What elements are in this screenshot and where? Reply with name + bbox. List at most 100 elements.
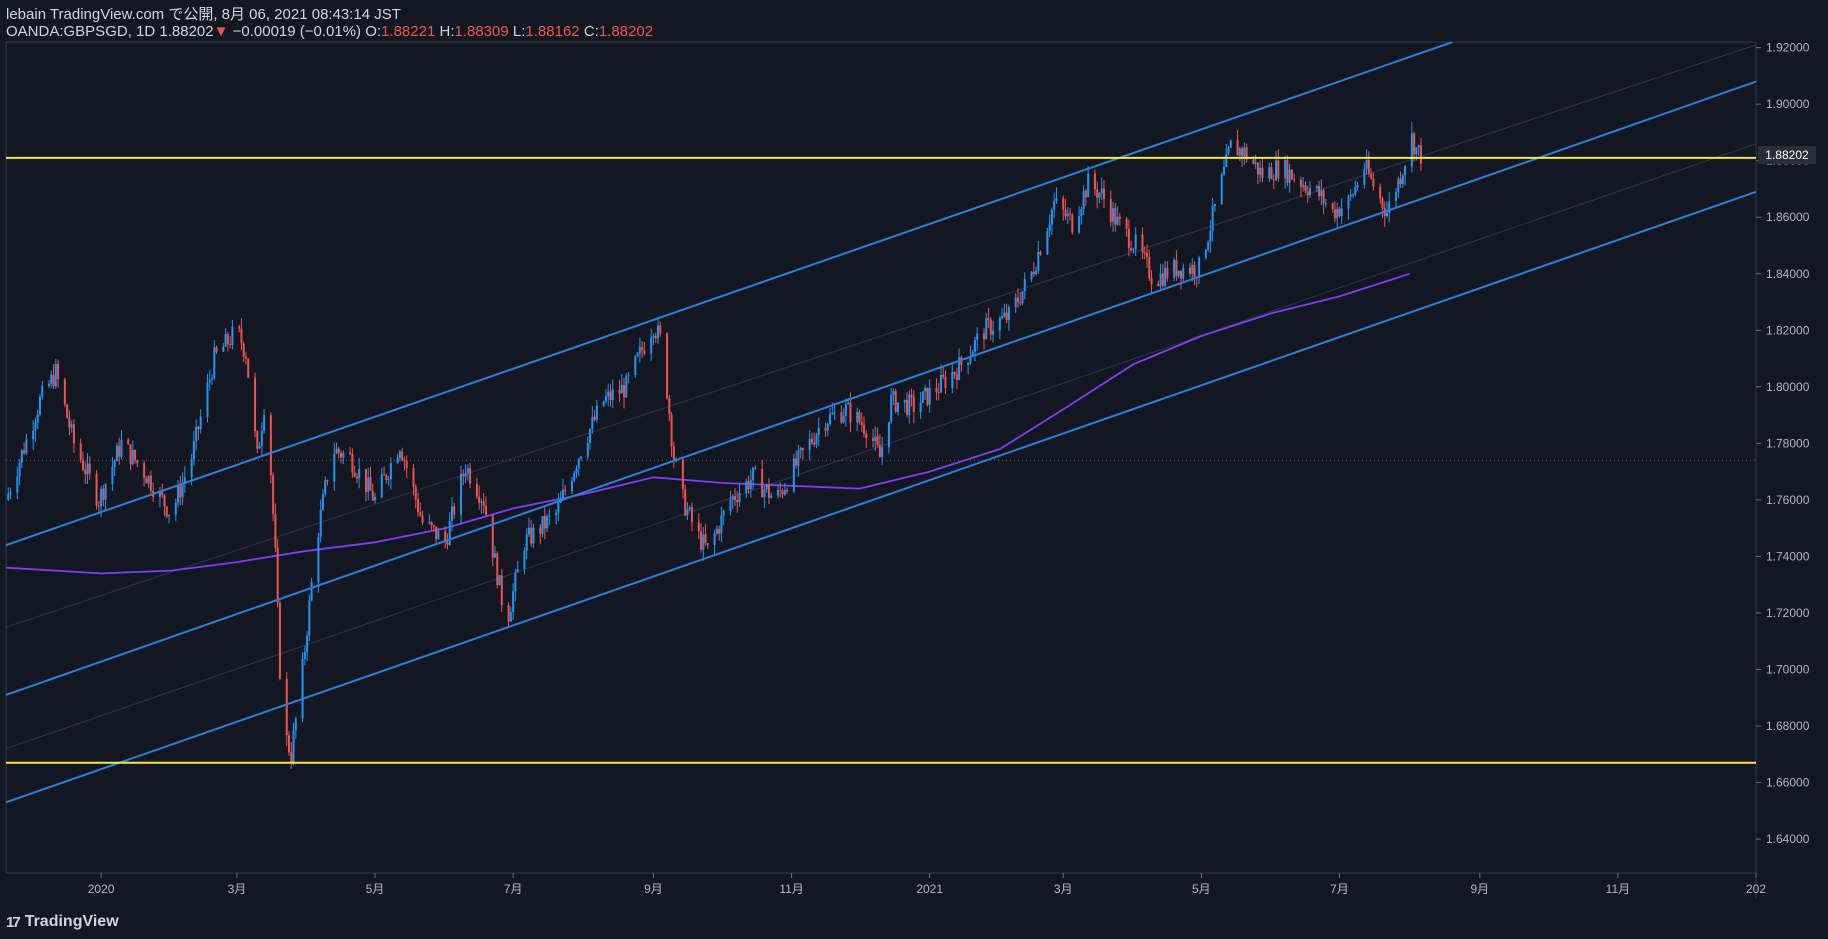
candle-down [1130,247,1133,251]
candle-down [401,451,404,461]
candle-up [1275,160,1278,181]
candle-down [412,468,415,487]
tradingview-watermark: 17 TradingView [6,913,119,931]
trend-channel-line [6,190,1756,804]
candle-up [34,422,37,431]
candle-up [992,330,995,335]
candle-up [765,485,768,490]
candle-down [369,477,372,491]
candle-down [564,489,567,492]
candle-down [1299,179,1302,187]
candle-up [512,591,515,613]
y-tick-label: 1.90000 [1766,97,1810,111]
candle-up [147,475,150,484]
candle-up [20,450,23,463]
candle-down [272,475,275,515]
candle-up [799,448,802,451]
candle-up [303,652,306,660]
candle-up [1082,190,1085,210]
candle-down [143,463,146,478]
candle-up [224,334,227,347]
candle-up [36,414,39,423]
candle-up [1035,270,1038,274]
candle-up [620,385,623,394]
candle-up [208,379,211,383]
candle-up [367,477,370,493]
candle-down [858,412,861,423]
candle-up [1014,297,1017,307]
moving-average-line [6,272,1410,575]
candle-up [54,364,57,387]
candle-down [1261,167,1264,179]
y-tick-label: 1.78000 [1766,436,1810,450]
candle-down [364,469,367,493]
candle-up [120,439,123,457]
candle-up [1078,216,1081,233]
candle-up [263,415,266,431]
candle-up [1243,147,1246,157]
candle-down [500,575,503,606]
candle-down [1150,277,1153,285]
candle-down [287,735,290,753]
candle-down [643,350,646,354]
candle-up [16,476,19,493]
last-price-label: 1.88202 [1758,146,1816,164]
candle-up [783,489,786,495]
candle-up [586,443,589,457]
candle-up [211,378,214,380]
candle-up [342,452,345,458]
faint-channel-line [6,44,1756,628]
candle-up [1100,188,1103,194]
candle-up [1055,198,1058,202]
candle-down [1148,256,1151,278]
candle-down [290,752,293,762]
candle-up [1159,273,1162,286]
candle-down [351,453,354,473]
candle-up [702,534,705,550]
candle-up [38,397,41,415]
candle-down [1096,189,1099,198]
candle-down [1367,159,1370,174]
candle-down [97,505,100,507]
candle-up [177,486,180,503]
candle-down [1084,190,1087,198]
candle-up [213,347,216,379]
candle-up [174,502,177,515]
candle-down [860,422,863,425]
candle-up [86,463,89,475]
candle-up [881,447,884,458]
candle-up [389,463,392,480]
candle-up [1259,167,1262,175]
candle-up [604,396,607,402]
candle-down [955,374,958,380]
candle-up [1198,257,1201,278]
x-tick-label: 202 [1746,882,1766,896]
price-chart[interactable]: 1.920001.900001.880001.860001.840001.820… [0,0,1828,939]
candle-up [387,479,390,481]
candle-up [1410,133,1413,167]
candle-up [516,568,519,573]
candle-up [50,374,53,384]
candle-down [700,531,703,550]
candle-up [557,502,560,513]
candle-down [57,364,60,380]
candle-up [1080,209,1083,217]
candle-up [1048,224,1051,232]
candle-up [1340,208,1343,217]
x-tick-label: 7月 [504,882,523,896]
candle-up [713,533,716,546]
trend-channel-line [6,42,1453,547]
candle-up [890,394,893,422]
candle-up [428,522,431,524]
candle-down [462,473,465,477]
candle-up [573,472,576,481]
candle-down [878,444,881,458]
candle-up [131,450,134,465]
candle-up [396,457,399,464]
candle-down [256,431,259,449]
candle-down [278,602,281,679]
candle-up [398,451,401,458]
candle-up [18,462,21,477]
candle-up [1182,267,1185,279]
candle-up [808,438,811,450]
